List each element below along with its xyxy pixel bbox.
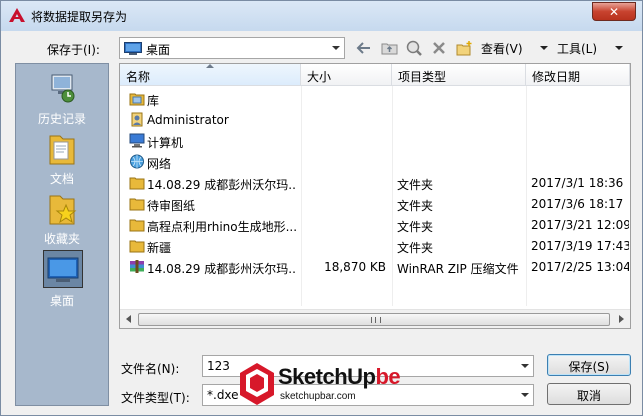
place-favorites[interactable]: 收藏夹 <box>16 190 108 248</box>
sort-ascending-icon <box>206 64 214 68</box>
network-icon <box>130 154 144 169</box>
save-dialog: 将数据提取另存为 ✕ 保存于(I): 桌面 查看(V) 工具(L) 历史记录 文… <box>0 0 643 416</box>
search-globe-icon <box>406 40 422 56</box>
place-label: 历史记录 <box>37 112 86 126</box>
search-web-button[interactable] <box>403 38 425 58</box>
save-in-dropdown[interactable]: 桌面 <box>119 37 345 59</box>
folder-icon <box>129 219 145 232</box>
chevron-down-icon <box>521 364 529 368</box>
library-icon <box>129 93 145 106</box>
new-folder-icon <box>456 40 471 55</box>
place-label: 桌面 <box>49 294 74 308</box>
scrollbar-thumb[interactable] <box>138 313 610 326</box>
new-folder-button[interactable] <box>453 38 475 58</box>
scroll-left-icon[interactable] <box>123 313 135 325</box>
folder-icon <box>129 198 145 211</box>
delete-x-icon <box>433 42 445 54</box>
save-button[interactable]: 保存(S) <box>547 354 631 376</box>
horizontal-scrollbar[interactable] <box>120 309 630 328</box>
up-folder-icon <box>381 43 397 55</box>
user-icon <box>131 112 143 127</box>
watermark: SketchUpbe sketchupbar.com <box>234 358 404 414</box>
back-button[interactable] <box>353 38 375 58</box>
chevron-down-icon <box>521 393 529 397</box>
view-menu-label: 查看(V) <box>481 42 523 56</box>
list-item[interactable]: 14.08.29 成都彭州沃尔玛... 文件夹 2017/3/1 18:36 <box>120 172 630 193</box>
place-documents[interactable]: 文档 <box>16 130 108 188</box>
column-header-type[interactable]: 项目类型 <box>392 64 526 86</box>
window-title: 将数据提取另存为 <box>31 10 128 24</box>
desktop-small-icon <box>124 42 142 55</box>
close-button[interactable]: ✕ <box>592 2 636 21</box>
computer-icon <box>129 133 145 148</box>
chevron-down-icon <box>615 46 623 50</box>
history-icon <box>51 74 75 103</box>
close-icon: ✕ <box>608 4 620 19</box>
place-desktop[interactable]: 桌面 <box>16 250 108 308</box>
chevron-down-icon <box>332 46 340 50</box>
list-item[interactable]: 14.08.29 成都彭州沃尔玛... 18,870 KB WinRAR ZIP… <box>120 256 630 277</box>
view-dropdown-icon[interactable] <box>540 46 548 50</box>
file-list[interactable]: 名称 大小 项目类型 修改日期 库 Administrator 计算机 网络 1… <box>119 63 631 329</box>
scroll-right-icon[interactable] <box>615 313 627 325</box>
list-item[interactable]: 网络 <box>120 151 630 172</box>
place-history[interactable]: 历史记录 <box>16 70 108 128</box>
title-bar[interactable]: 将数据提取另存为 ✕ <box>1 1 642 31</box>
sketchup-logo-icon <box>240 363 274 405</box>
list-item[interactable]: Administrator <box>120 109 630 130</box>
list-item[interactable]: 计算机 <box>120 130 630 151</box>
list-item[interactable]: 高程点利用rhino生成地形... 文件夹 2017/3/21 12:09 <box>120 214 630 235</box>
view-menu[interactable]: 查看(V) <box>479 38 529 58</box>
filetype-label: 文件类型(T): <box>121 391 190 405</box>
place-label: 文档 <box>49 172 74 186</box>
favorites-folder-icon <box>49 195 77 225</box>
folder-icon <box>129 240 145 253</box>
places-bar: 历史记录 文档 收藏夹 桌面 <box>15 63 109 406</box>
filename-label: 文件名(N): <box>121 362 180 376</box>
documents-folder-icon <box>49 135 75 165</box>
autocad-icon <box>9 8 25 22</box>
archive-icon <box>130 260 144 273</box>
cancel-button[interactable]: 取消 <box>547 383 631 405</box>
place-label: 收藏夹 <box>43 232 80 246</box>
folder-icon <box>129 177 145 190</box>
desktop-icon <box>47 257 79 282</box>
back-arrow-icon <box>356 42 370 54</box>
filename-value: 123 <box>207 359 230 373</box>
up-folder-button[interactable] <box>378 38 400 58</box>
save-in-label: 保存于(I): <box>47 43 100 57</box>
list-item[interactable]: 库 <box>120 88 630 109</box>
delete-button[interactable] <box>428 38 450 58</box>
tools-menu[interactable]: 工具(L) <box>555 38 629 58</box>
list-item[interactable]: 待审图纸 文件夹 2017/3/6 18:17 <box>120 193 630 214</box>
watermark-url: sketchupbar.com <box>280 391 356 402</box>
watermark-brand: SketchUpbe <box>278 364 401 389</box>
column-header-size[interactable]: 大小 <box>301 64 392 86</box>
scroll-grip-icon <box>371 317 381 323</box>
column-header-name[interactable]: 名称 <box>120 64 301 86</box>
save-in-value: 桌面 <box>146 43 171 57</box>
tools-menu-label: 工具(L) <box>557 42 598 56</box>
list-item[interactable]: 新疆 文件夹 2017/3/19 17:43 <box>120 235 630 256</box>
column-header-date[interactable]: 修改日期 <box>526 64 630 86</box>
